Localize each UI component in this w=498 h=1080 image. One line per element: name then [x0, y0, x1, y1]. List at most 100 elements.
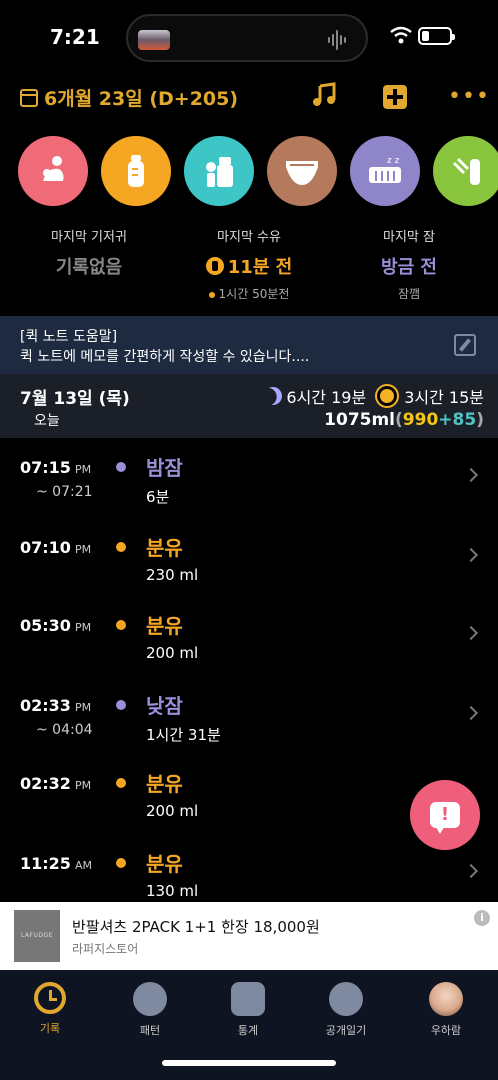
shortcut-carousel[interactable]: z z	[18, 136, 498, 206]
timeline-row[interactable]: 07:15 PM ~ 07:21 밤잠 6분	[0, 438, 498, 518]
media-thumbnail	[138, 30, 170, 50]
add-record-button[interactable]	[380, 82, 410, 112]
record-end-time: ~ 04:04	[36, 722, 93, 738]
timeline-row[interactable]: 05:30 PM 분유 200 ml	[0, 596, 498, 676]
status-bar: 7:21	[0, 0, 498, 76]
audio-waveform-icon	[328, 30, 346, 50]
alarm-clock-icon	[34, 982, 66, 1014]
music-note-icon	[313, 82, 336, 106]
calendar-icon	[20, 88, 38, 107]
chart-icon	[231, 982, 265, 1016]
tab-public-diary-label: 공개일기	[325, 1024, 367, 1037]
record-detail: 200 ml	[146, 802, 199, 820]
plus-icon	[383, 85, 407, 109]
formula-ml: 990	[402, 410, 439, 430]
last-feed-value: 11분 전	[227, 257, 293, 278]
feed-dot-icon	[116, 778, 126, 788]
breastfeed-button[interactable]	[18, 136, 88, 206]
solid-food-button[interactable]	[433, 136, 498, 206]
record-detail: 1시간 31분	[146, 726, 221, 744]
sleep-totals: 6시간 19분 3시간 15분	[264, 384, 484, 408]
solid-ml: 85	[452, 410, 477, 430]
timeline-row[interactable]: 02:33 PM ~ 04:04 낮잠 1시간 31분	[0, 676, 498, 756]
timeline-row[interactable]: 11:25 AM 분유 130 ml	[0, 834, 498, 902]
more-dots-icon: •••	[448, 84, 490, 109]
pump-icon	[206, 157, 233, 187]
record-time: 02:33	[20, 696, 71, 715]
diaper-icon	[286, 161, 318, 185]
tab-stats[interactable]: 통계	[208, 982, 288, 1038]
feedback-fab-button[interactable]: !	[410, 780, 480, 850]
sleep-button[interactable]: z z	[350, 136, 420, 206]
tab-stats-label: 통계	[237, 1024, 259, 1037]
baby-age-label: 6개월 23일 (D+205)	[44, 88, 239, 110]
record-time: 07:15	[20, 458, 71, 477]
battery-icon	[418, 27, 455, 45]
wifi-icon	[390, 26, 412, 44]
tab-pattern[interactable]: 패턴	[110, 982, 190, 1038]
record-ampm: PM	[74, 701, 92, 714]
tab-record[interactable]: 기록	[10, 982, 90, 1036]
pumping-button[interactable]	[184, 136, 254, 206]
record-ampm: PM	[74, 779, 92, 792]
tab-baby-profile[interactable]: 우하람	[406, 982, 486, 1038]
total-ml: 1075ml	[324, 410, 396, 430]
last-feed-interval: 1시간 50분전	[218, 287, 290, 301]
feed-dot-icon	[208, 291, 215, 298]
paren-open: (	[395, 410, 403, 430]
quick-note-title: [퀵 노트 도움말]	[20, 329, 118, 345]
music-button[interactable]	[310, 82, 340, 112]
timeline-row[interactable]: 07:10 PM 분유 230 ml	[0, 518, 498, 598]
dynamic-island[interactable]	[126, 14, 368, 62]
crib-icon: z z	[369, 156, 401, 183]
sleep-dot-icon	[116, 462, 126, 472]
day-sleep-total: 3시간 15분	[404, 388, 484, 407]
ad-logo: LAFUDGE	[14, 910, 60, 962]
bottle-button[interactable]	[101, 136, 171, 206]
feed-dot-icon	[116, 542, 126, 552]
edit-note-icon[interactable]	[454, 334, 476, 356]
record-time: 02:32	[20, 774, 71, 793]
last-diaper[interactable]: 마지막 기저귀 기록없음	[6, 226, 172, 279]
status-time: 7:21	[50, 25, 100, 49]
record-time: 11:25	[20, 854, 71, 873]
plus-sign: +	[438, 410, 453, 430]
header: 6개월 23일 (D+205) •••	[0, 80, 498, 116]
pattern-icon	[133, 982, 167, 1016]
feed-volume-total: 1075ml(990+85)	[324, 410, 484, 430]
bottle-icon	[205, 257, 224, 275]
feed-dot-icon	[116, 620, 126, 630]
record-ampm: PM	[74, 543, 92, 556]
ad-store: 라퍼지스토어	[72, 942, 139, 956]
feed-dot-icon	[116, 858, 126, 868]
record-detail: 200 ml	[146, 644, 199, 662]
ad-info-icon[interactable]: i	[474, 910, 490, 926]
day-summary-bar[interactable]: 7월 13일 (목) 오늘 6시간 19분 3시간 15분 1075ml(990…	[0, 374, 498, 438]
record-type: 분유	[146, 852, 183, 876]
tab-baby-profile-label: 우하람	[430, 1024, 462, 1037]
moon-icon	[261, 384, 286, 409]
night-sleep-total: 6시간 19분	[286, 388, 367, 407]
record-ampm: PM	[74, 621, 92, 634]
record-ampm: PM	[74, 463, 92, 476]
sleep-dot-icon	[116, 700, 126, 710]
ad-banner[interactable]: LAFUDGE 반팔셔츠 2PACK 1+1 한장 18,000원 라퍼지스토어…	[0, 902, 498, 970]
tab-public-diary[interactable]: 공개일기	[306, 982, 386, 1038]
record-type: 낮잠	[146, 694, 183, 718]
quick-note-banner[interactable]: [퀵 노트 도움말] 퀵 노트에 메모를 간편하게 작성할 수 있습니다....	[0, 316, 498, 374]
last-feed[interactable]: 마지막 수유 11분 전 1시간 50분전	[166, 226, 332, 302]
food-icon	[452, 157, 480, 185]
last-sleep-label: 마지막 잠	[383, 230, 435, 245]
bottle-icon	[128, 155, 144, 187]
last-diaper-value: 기록없음	[55, 257, 123, 278]
svg-text:z z: z z	[387, 156, 400, 166]
last-diaper-label: 마지막 기저귀	[51, 230, 127, 245]
last-sleep[interactable]: 마지막 잠 방금 전 잠깸	[326, 226, 492, 302]
alert-bubble-icon: !	[430, 802, 460, 834]
diaper-button[interactable]	[267, 136, 337, 206]
tab-record-label: 기록	[39, 1022, 61, 1035]
more-button[interactable]: •••	[448, 82, 489, 112]
record-time: 07:10	[20, 538, 71, 557]
baby-age[interactable]: 6개월 23일 (D+205)	[20, 84, 238, 111]
home-indicator	[162, 1060, 336, 1066]
